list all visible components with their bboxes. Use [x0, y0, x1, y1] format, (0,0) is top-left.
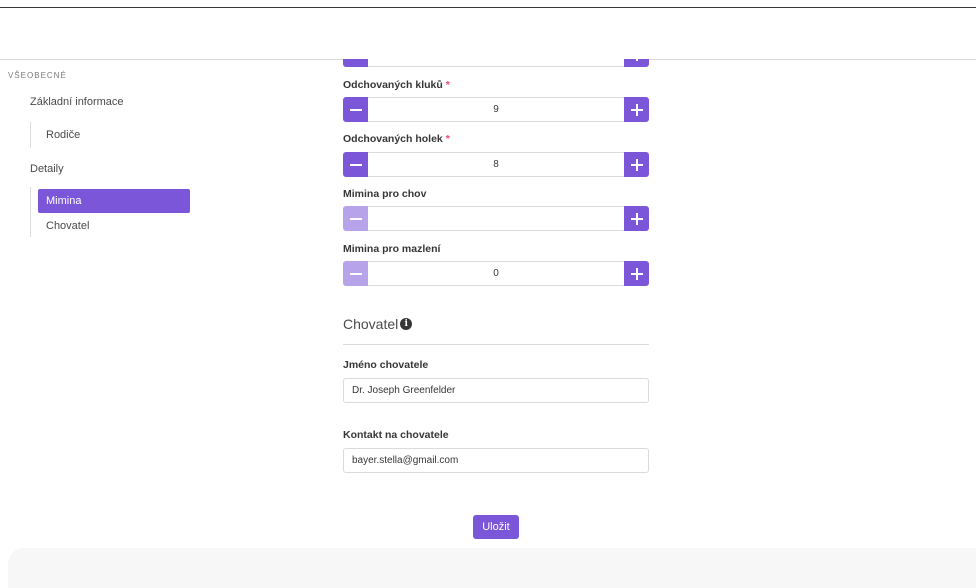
- minus-icon: [349, 217, 362, 220]
- minus-icon: [349, 163, 362, 166]
- breeder-title-text: Chovatel: [343, 316, 399, 332]
- breeding-increment-button[interactable]: [624, 206, 649, 231]
- breeder-contact-input[interactable]: [343, 448, 649, 473]
- girls-value[interactable]: 8: [368, 152, 624, 177]
- sidebar-item-chovatel[interactable]: Chovatel: [46, 220, 89, 232]
- plus-icon: [630, 158, 643, 171]
- sidebar-item-detaily[interactable]: Detaily: [30, 163, 64, 175]
- breeder-name-input[interactable]: [343, 378, 649, 403]
- pets-value[interactable]: 0: [368, 261, 624, 286]
- sidebar-item-mimina[interactable]: Mimina: [38, 189, 190, 213]
- sidebar-submenu-basic: [30, 122, 31, 148]
- page-footer: [8, 548, 976, 588]
- sidebar-item-rodice[interactable]: Rodiče: [46, 129, 80, 141]
- breeder-name-label: Jméno chovatele: [343, 359, 429, 371]
- breeder-contact-label: Kontakt na chovatele: [343, 429, 449, 441]
- boys-value[interactable]: 9: [368, 97, 624, 122]
- breeding-value[interactable]: [368, 206, 624, 231]
- menu-section-label: VŠEOBECNÉ: [8, 71, 67, 80]
- required-mark: *: [445, 79, 450, 91]
- girls-increment-button[interactable]: [624, 152, 649, 177]
- girls-label: Odchovaných holek *: [343, 133, 450, 145]
- section-divider: [343, 344, 649, 345]
- plus-icon: [630, 212, 643, 225]
- pets-label: Mimina pro mazlení: [343, 243, 441, 255]
- plus-icon: [630, 103, 643, 116]
- sidebar-item-zakladni-informace[interactable]: Základní informace: [30, 96, 124, 108]
- pets-decrement-button[interactable]: [343, 261, 368, 286]
- sidebar-submenu-details: [30, 187, 31, 237]
- required-mark: *: [445, 133, 450, 145]
- pets-increment-button[interactable]: [624, 261, 649, 286]
- minus-icon: [349, 108, 362, 111]
- girls-stepper[interactable]: 8: [343, 152, 649, 177]
- boys-stepper[interactable]: 9: [343, 97, 649, 122]
- minus-icon: [349, 272, 362, 275]
- pets-stepper[interactable]: 0: [343, 261, 649, 286]
- boys-label: Odchovaných kluků *: [343, 79, 450, 91]
- breeding-decrement-button[interactable]: [343, 206, 368, 231]
- breeder-section-title: Chovatel i: [343, 316, 413, 332]
- breeding-label: Mimina pro chov: [343, 188, 427, 200]
- info-circle-icon[interactable]: i: [400, 318, 413, 330]
- breeding-stepper[interactable]: [343, 206, 649, 231]
- boys-label-text: Odchovaných kluků: [343, 79, 443, 91]
- boys-decrement-button[interactable]: [343, 97, 368, 122]
- plus-icon: [630, 267, 643, 280]
- girls-label-text: Odchovaných holek: [343, 133, 443, 145]
- save-button[interactable]: Uložit: [473, 515, 519, 539]
- boys-increment-button[interactable]: [624, 97, 649, 122]
- page-header: [0, 8, 976, 59]
- girls-decrement-button[interactable]: [343, 152, 368, 177]
